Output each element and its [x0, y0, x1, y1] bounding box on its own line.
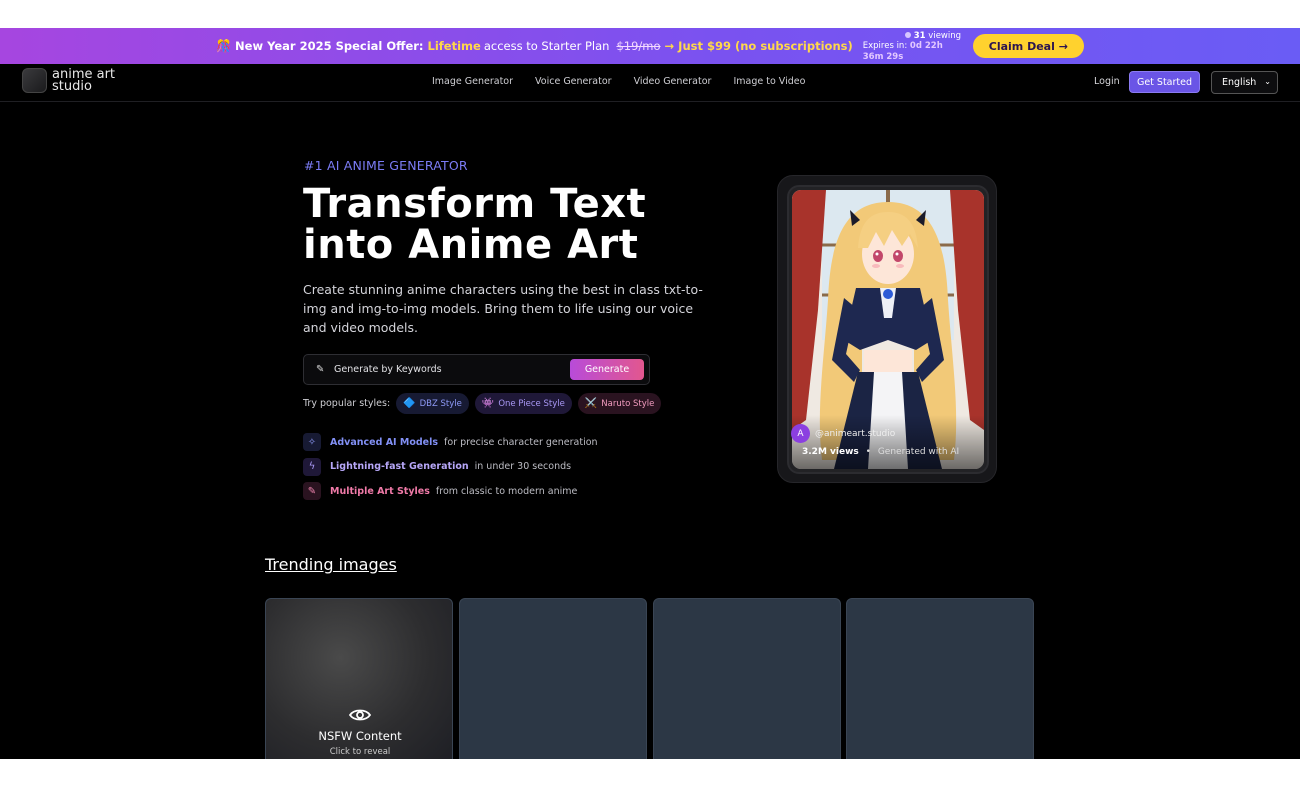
diamond-icon: 🔷: [403, 398, 416, 409]
alien-monster-icon: 👾: [481, 398, 495, 409]
nsfw-title: NSFW Content: [318, 729, 402, 743]
trending-card[interactable]: [653, 598, 841, 759]
claim-deal-button[interactable]: Claim Deal →: [972, 34, 1084, 58]
nsfw-overlay: NSFW Content Click to reveal: [266, 707, 454, 757]
page-viewport: 🎊 New Year 2025 Special Offer: Lifetime …: [0, 28, 1300, 759]
lightning-icon: ϟ: [303, 457, 321, 476]
promo-title: New Year 2025 Special Offer:: [235, 39, 424, 53]
promo-old-price: $19/mo: [616, 39, 661, 53]
preview-phone-frame: A @animeart.studio 3.2M views • Generate…: [777, 175, 997, 483]
nav-link-image-generator[interactable]: Image Generator: [432, 76, 513, 87]
brush-icon: ✎: [303, 482, 321, 500]
hero-headline: Transform Text into Anime Art: [303, 181, 647, 268]
expires-countdown: Expires in: 0d 22h 36m 29s: [862, 41, 943, 62]
style-chip-one-piece[interactable]: 👾 One Piece Style: [474, 393, 572, 414]
keyword-generator: ✎ Generate by Keywords Generate: [303, 354, 650, 385]
trending-title[interactable]: Trending images: [265, 555, 397, 574]
login-link[interactable]: Login: [1094, 76, 1120, 87]
pencil-icon: ✎: [316, 364, 325, 375]
promo-access: access to Starter Plan: [483, 39, 610, 53]
promo-banner: 🎊 New Year 2025 Special Offer: Lifetime …: [0, 28, 1300, 64]
creator-handle[interactable]: @animeart.studio: [815, 429, 895, 439]
nav-links: Image Generator Voice Generator Video Ge…: [432, 76, 805, 87]
feature-item: ✎ Multiple Art Styles from classic to mo…: [303, 482, 598, 500]
logo-mark-icon: [22, 68, 47, 93]
hero-subtitle: Create stunning anime characters using t…: [303, 282, 703, 335]
promo-lifetime: Lifetime: [427, 39, 481, 53]
style-chip-naruto[interactable]: ⚔️ Naruto Style: [577, 393, 662, 414]
party-icon: 🎊: [216, 39, 232, 53]
feature-list: ✧ Advanced AI Models for precise charact…: [303, 433, 598, 507]
trending-card-nsfw[interactable]: NSFW Content Click to reveal: [265, 598, 453, 759]
brand-logo[interactable]: anime art studio: [22, 68, 115, 93]
preview-stats: 3.2M views • Generated with AI: [802, 447, 960, 457]
live-dot-icon: [904, 32, 911, 38]
style-chip-dbz[interactable]: 🔷 DBZ Style: [396, 393, 469, 414]
feature-item: ✧ Advanced AI Models for precise charact…: [303, 433, 598, 451]
nav-link-image-to-video[interactable]: Image to Video: [733, 76, 805, 87]
nsfw-reveal-hint: Click to reveal: [329, 747, 391, 757]
crossed-swords-icon: ⚔️: [584, 398, 598, 409]
viewing-count: 31 viewing: [904, 31, 961, 41]
feature-item: ϟ Lightning-fast Generation in under 30 …: [303, 457, 598, 476]
eye-icon: [349, 709, 371, 721]
promo-deal: → Just $99 (no subscriptions): [664, 39, 853, 53]
creator-info: A @animeart.studio: [791, 424, 895, 443]
generate-button[interactable]: Generate: [570, 359, 644, 380]
nav-link-video-generator[interactable]: Video Generator: [634, 76, 712, 87]
sparkles-icon: ✧: [303, 433, 321, 451]
hero-eyebrow: #1 AI ANIME GENERATOR: [304, 158, 468, 173]
popular-styles-label: Try popular styles:: [303, 398, 391, 409]
language-select[interactable]: English ⌄: [1211, 71, 1278, 94]
get-started-button[interactable]: Get Started: [1129, 71, 1200, 93]
top-nav: anime art studio Image Generator Voice G…: [0, 64, 1300, 102]
keyword-input[interactable]: Generate by Keywords: [334, 364, 442, 375]
popular-styles: Try popular styles: 🔷 DBZ Style 👾 One Pi…: [303, 393, 662, 414]
avatar[interactable]: A: [791, 424, 810, 443]
chevron-down-icon: ⌄: [1264, 77, 1271, 86]
brand-name: anime art studio: [52, 66, 116, 94]
nav-link-voice-generator[interactable]: Voice Generator: [535, 76, 612, 87]
trending-card[interactable]: [459, 598, 647, 759]
promo-timer: 31 viewing Expires in: 0d 22h 36m 29s: [863, 28, 963, 64]
trending-card[interactable]: [846, 598, 1034, 759]
